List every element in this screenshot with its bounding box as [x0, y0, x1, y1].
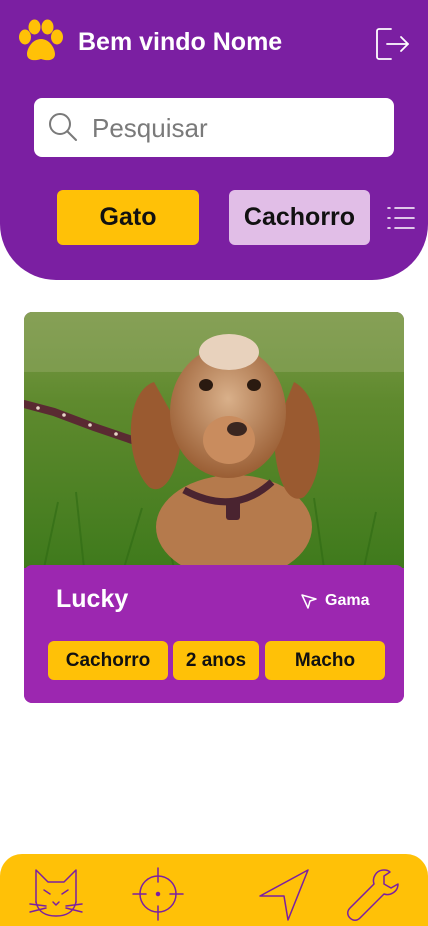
list-menu-icon[interactable] — [386, 204, 416, 232]
pet-name: Lucky — [56, 585, 129, 613]
pet-age-tag: 2 anos — [173, 641, 259, 680]
pet-info-panel: Lucky Gama Cachorro 2 anos Macho — [24, 565, 404, 703]
pet-species-tag: Cachorro — [48, 641, 168, 680]
pet-location-label: Gama — [325, 592, 370, 609]
crosshair-icon[interactable] — [132, 866, 184, 922]
logout-icon[interactable] — [375, 27, 411, 61]
cat-icon[interactable] — [28, 866, 84, 922]
location-arrow-icon — [301, 594, 317, 609]
search-input[interactable] — [90, 106, 384, 150]
app-header: Bem vindo Nome Gato Cachorro — [0, 0, 428, 280]
send-icon[interactable] — [256, 866, 312, 922]
paw-icon — [19, 19, 63, 61]
search-icon — [49, 113, 77, 141]
pet-photo — [24, 312, 404, 568]
search-bar[interactable] — [34, 98, 394, 157]
filter-cachorro-button[interactable]: Cachorro — [229, 190, 370, 245]
wrench-icon[interactable] — [346, 866, 400, 922]
page-title: Bem vindo Nome — [78, 28, 283, 56]
pet-card[interactable]: Lucky Gama Cachorro 2 anos Macho — [24, 312, 404, 703]
filter-gato-button[interactable]: Gato — [57, 190, 199, 245]
pet-location[interactable]: Gama — [300, 591, 369, 611]
pet-sex-tag: Macho — [265, 641, 385, 680]
bottom-navigation — [0, 854, 428, 926]
